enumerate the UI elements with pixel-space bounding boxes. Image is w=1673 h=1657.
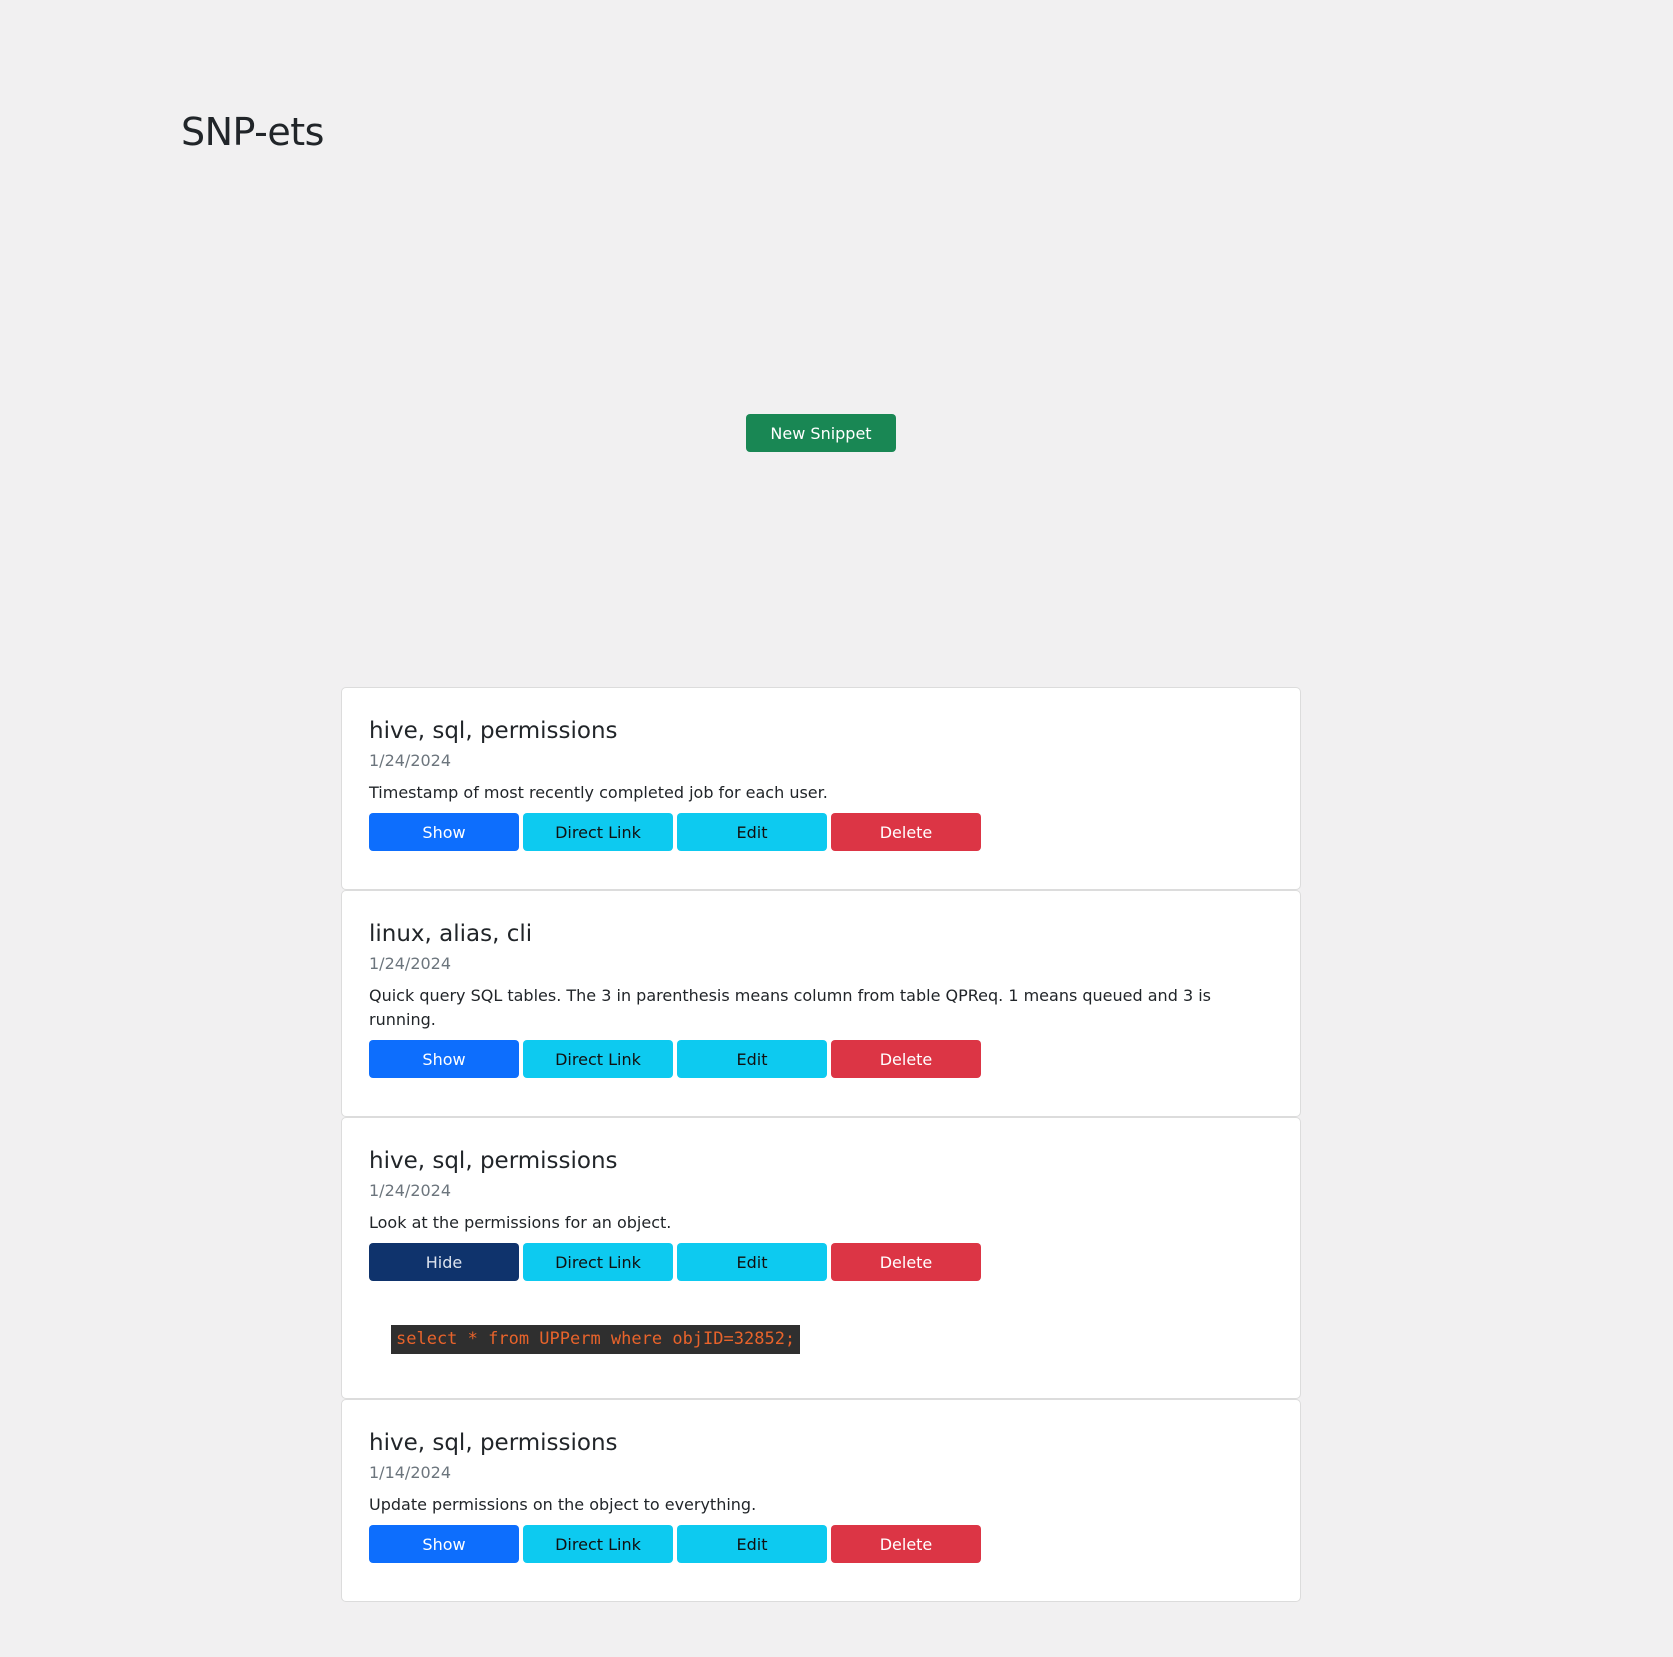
delete-button[interactable]: Delete	[831, 1243, 981, 1281]
delete-button[interactable]: Delete	[831, 813, 981, 851]
snippet-description: Quick query SQL tables. The 3 in parenth…	[369, 986, 1211, 1029]
snippet-title: hive, sql, permissions	[369, 1430, 618, 1456]
show-button[interactable]: Show	[369, 1040, 519, 1078]
snippet-card: hive, sql, permissions 1/14/2024 Update …	[341, 1399, 1301, 1602]
snippet-actions: Hide Direct Link Edit Delete	[369, 1243, 1274, 1281]
snippet-actions: Show Direct Link Edit Delete	[369, 1040, 1274, 1078]
snippet-card: hive, sql, permissions 1/24/2024 Timesta…	[341, 687, 1301, 890]
snippet-date: 1/14/2024	[369, 1463, 452, 1482]
snippet-actions: Show Direct Link Edit Delete	[369, 1525, 1274, 1563]
edit-button[interactable]: Edit	[677, 1243, 827, 1281]
show-button[interactable]: Show	[369, 813, 519, 851]
page-title: SNP-ets	[181, 110, 324, 154]
snippet-card-expanded: hive, sql, permissions 1/24/2024 Look at…	[341, 1117, 1301, 1399]
snippet-title: linux, alias, cli	[369, 921, 533, 947]
direct-link-button[interactable]: Direct Link	[523, 1525, 673, 1563]
direct-link-button[interactable]: Direct Link	[523, 1040, 673, 1078]
delete-button[interactable]: Delete	[831, 1040, 981, 1078]
new-snippet-button[interactable]: New Snippet	[746, 414, 896, 452]
direct-link-button[interactable]: Direct Link	[523, 813, 673, 851]
direct-link-button[interactable]: Direct Link	[523, 1243, 673, 1281]
snippet-list: hive, sql, permissions 1/24/2024 Timesta…	[341, 687, 1301, 1602]
snippet-description: Timestamp of most recently completed job…	[369, 783, 828, 802]
snippet-card: linux, alias, cli 1/24/2024 Quick query …	[341, 890, 1301, 1117]
snippet-title: hive, sql, permissions	[369, 718, 618, 744]
edit-button[interactable]: Edit	[677, 1525, 827, 1563]
snippet-date: 1/24/2024	[369, 1181, 452, 1200]
snippet-date: 1/24/2024	[369, 751, 452, 770]
snippet-actions: Show Direct Link Edit Delete	[369, 813, 1274, 851]
snippet-code-area: select * from UPPerm where objID=32852;	[391, 1325, 1274, 1354]
show-button[interactable]: Show	[369, 1525, 519, 1563]
edit-button[interactable]: Edit	[677, 813, 827, 851]
edit-button[interactable]: Edit	[677, 1040, 827, 1078]
snippet-description: Update permissions on the object to ever…	[369, 1495, 757, 1514]
snippet-code[interactable]: select * from UPPerm where objID=32852;	[391, 1325, 801, 1354]
snippet-title: hive, sql, permissions	[369, 1148, 618, 1174]
delete-button[interactable]: Delete	[831, 1525, 981, 1563]
hide-button[interactable]: Hide	[369, 1243, 519, 1281]
snippet-description: Look at the permissions for an object.	[369, 1213, 672, 1232]
snippet-date: 1/24/2024	[369, 954, 452, 973]
